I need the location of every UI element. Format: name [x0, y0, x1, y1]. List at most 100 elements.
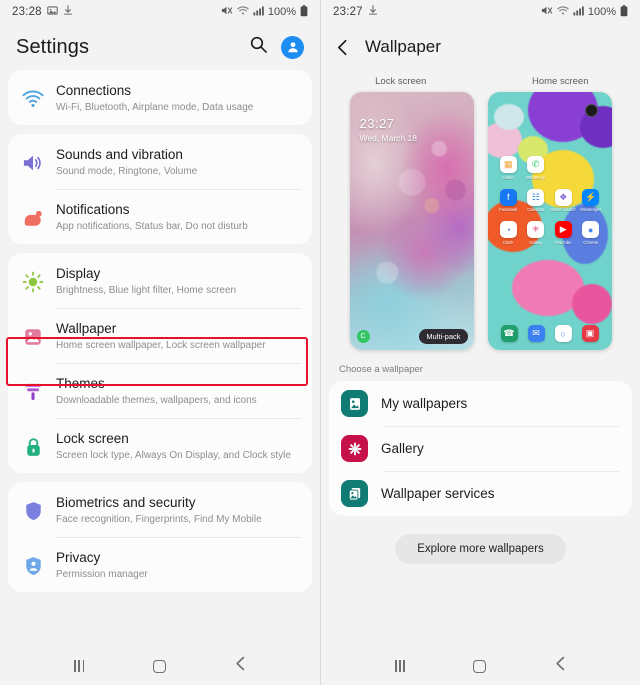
wallpaper-previews: 23:27 Wed, March 18 C Multi-pack ▦ Video…	[321, 92, 640, 354]
recents-icon[interactable]	[395, 660, 405, 672]
app-item[interactable]: ⚡ Messenger	[577, 188, 605, 212]
image-icon	[47, 5, 58, 19]
app-item[interactable]	[577, 156, 605, 180]
download-icon	[63, 5, 73, 19]
item-subtitle: Face recognition, Fingerprints, Find My …	[56, 514, 262, 525]
wallpaper-screen: 23:27 100% Wallpaper Lock screen Home sc…	[320, 0, 640, 685]
camera-icon[interactable]: ▣	[581, 325, 599, 342]
item-subtitle: App notifications, Status bar, Do not di…	[56, 221, 248, 232]
app-label: Clock	[503, 239, 514, 245]
app-item[interactable]: ❖Game Launcher	[550, 188, 578, 212]
settings-item-connections[interactable]: Connections Wi-Fi, Bluetooth, Airplane m…	[8, 70, 312, 125]
app-item[interactable]	[550, 156, 578, 180]
item-subtitle: Screen lock type, Always On Display, and…	[56, 450, 291, 461]
app-label: Facebook	[499, 207, 518, 212]
status-bar-right: 23:27 100%	[321, 0, 640, 24]
app-item[interactable]: f Facebook	[495, 188, 523, 212]
settings-item-notifications[interactable]: Notifications App notifications, Status …	[8, 189, 312, 244]
item-subtitle: Sound mode, Ringtone, Volume	[56, 166, 198, 177]
navigation-bar-left[interactable]	[0, 647, 320, 685]
settings-item-biometrics-and-security[interactable]: Biometrics and security Face recognition…	[8, 482, 312, 537]
chrome-icon: ●	[582, 221, 600, 238]
app-item[interactable]: ▦ Video	[495, 156, 523, 180]
account-avatar[interactable]	[281, 35, 304, 59]
wallpaper-option-wallpaper-services[interactable]: Wallpaper services	[329, 471, 632, 516]
recents-icon[interactable]	[74, 660, 85, 672]
settings-item-wallpaper[interactable]: Wallpaper Home screen wallpaper, Lock sc…	[8, 308, 312, 363]
wallpaper-services-icon	[341, 480, 368, 507]
wallpaper-source-list: My wallpapers Gallery Wallpaper services	[329, 381, 632, 516]
chat-icon[interactable]: ○	[554, 325, 572, 342]
item-subtitle: Downloadable themes, wallpapers, and ico…	[56, 395, 257, 406]
settings-item-sounds-and-vibration[interactable]: Sounds and vibration Sound mode, Rington…	[8, 134, 312, 189]
home-screen-label: Home screen	[532, 76, 589, 87]
app-item[interactable]: ● Chrome	[577, 221, 605, 245]
settings-group-security: Biometrics and security Face recognition…	[8, 482, 312, 592]
explore-button-container: Explore more wallpapers	[321, 516, 640, 564]
item-subtitle: Brightness, Blue light filter, Home scre…	[56, 285, 237, 296]
back-chevron-icon[interactable]	[335, 39, 351, 56]
wallpaper-header: Wallpaper	[321, 24, 640, 70]
settings-list[interactable]: Connections Wi-Fi, Bluetooth, Airplane m…	[0, 70, 320, 592]
home-icon[interactable]	[473, 659, 487, 673]
navigation-bar-right[interactable]	[321, 647, 640, 685]
download-icon	[368, 5, 378, 19]
youtube-icon: ▶	[554, 221, 572, 238]
phone-icon[interactable]: ☎	[500, 325, 518, 342]
option-label: Wallpaper services	[381, 486, 495, 501]
mute-icon	[221, 5, 233, 19]
wallpaper-option-my-wallpapers[interactable]: My wallpapers	[329, 381, 632, 426]
my-wallpapers-icon	[341, 390, 368, 417]
dual-screenshot: 23:28 100% Settings Connections Wi-Fi, B…	[0, 0, 640, 685]
camera-cutout	[584, 104, 598, 117]
preview-labels: Lock screen Home screen	[321, 70, 640, 92]
home-icon[interactable]	[152, 659, 166, 673]
back-icon[interactable]	[235, 656, 246, 676]
app-grid: ▦ Video ✆ WhatsApp f Facebook ☷ Calendar ❖ Ga…	[495, 156, 605, 245]
battery-icon	[300, 4, 308, 20]
gallery-flower-icon	[341, 435, 368, 462]
wallpaper-source-badge: C	[356, 330, 370, 343]
item-title: Themes	[56, 376, 105, 391]
mute-icon	[541, 5, 553, 19]
wifi-icon	[557, 5, 569, 19]
battery-percent: 100%	[587, 6, 616, 18]
game-launcher-icon: ❖	[554, 188, 572, 206]
page-title: Wallpaper	[365, 37, 441, 56]
item-title: Lock screen	[56, 431, 129, 446]
settings-item-lock-screen[interactable]: Lock screen Screen lock type, Always On …	[8, 418, 312, 473]
settings-item-privacy[interactable]: Privacy Permission manager	[8, 537, 312, 592]
app-label: Galaxy	[529, 239, 543, 245]
lock-screen-label: Lock screen	[375, 76, 427, 87]
home-screen-preview[interactable]: ▦ Video ✆ WhatsApp f Facebook ☷ Calendar ❖ Ga…	[487, 92, 612, 350]
app-label: Video	[502, 174, 514, 180]
status-time: 23:28	[12, 6, 42, 18]
item-title: Display	[56, 266, 101, 281]
speaker-icon	[18, 148, 48, 178]
search-icon[interactable]	[249, 35, 268, 59]
app-item[interactable]: ✳ Galaxy	[522, 221, 550, 245]
item-title: Sounds and vibration	[56, 147, 183, 162]
settings-item-themes[interactable]: Themes Downloadable themes, wallpapers, …	[8, 363, 312, 418]
app-item[interactable]: ✆ WhatsApp	[522, 156, 550, 180]
home-dock: ☎ ✉ ○ ▣	[488, 325, 612, 342]
galaxy-store-icon: ✳	[527, 221, 545, 238]
option-label: Gallery	[381, 441, 424, 456]
settings-screen: 23:28 100% Settings Connections Wi-Fi, B…	[0, 0, 320, 685]
app-item[interactable]: ▶ YouTube	[550, 221, 578, 245]
app-item[interactable]: ◔ Clock	[495, 221, 523, 245]
option-label: My wallpapers	[381, 396, 468, 411]
app-grid-container: ▦ Video ✆ WhatsApp f Facebook ☷ Calendar ❖ Ga…	[488, 92, 612, 350]
explore-more-wallpapers-button[interactable]: Explore more wallpapers	[395, 534, 566, 564]
settings-item-display[interactable]: Display Brightness, Blue light filter, H…	[8, 253, 312, 308]
wallpaper-option-gallery[interactable]: Gallery	[329, 426, 632, 471]
signal-icon	[573, 5, 584, 19]
messages-icon[interactable]: ✉	[527, 325, 545, 342]
status-bar-left: 23:28 100%	[0, 0, 320, 24]
app-item[interactable]: ☷ Calendar	[522, 188, 550, 212]
lock-screen-preview[interactable]: 23:27 Wed, March 18 C Multi-pack	[349, 92, 474, 350]
back-icon[interactable]	[555, 656, 566, 676]
status-time: 23:27	[333, 6, 363, 18]
signal-icon	[253, 5, 264, 19]
app-label: YouTube	[555, 239, 572, 245]
